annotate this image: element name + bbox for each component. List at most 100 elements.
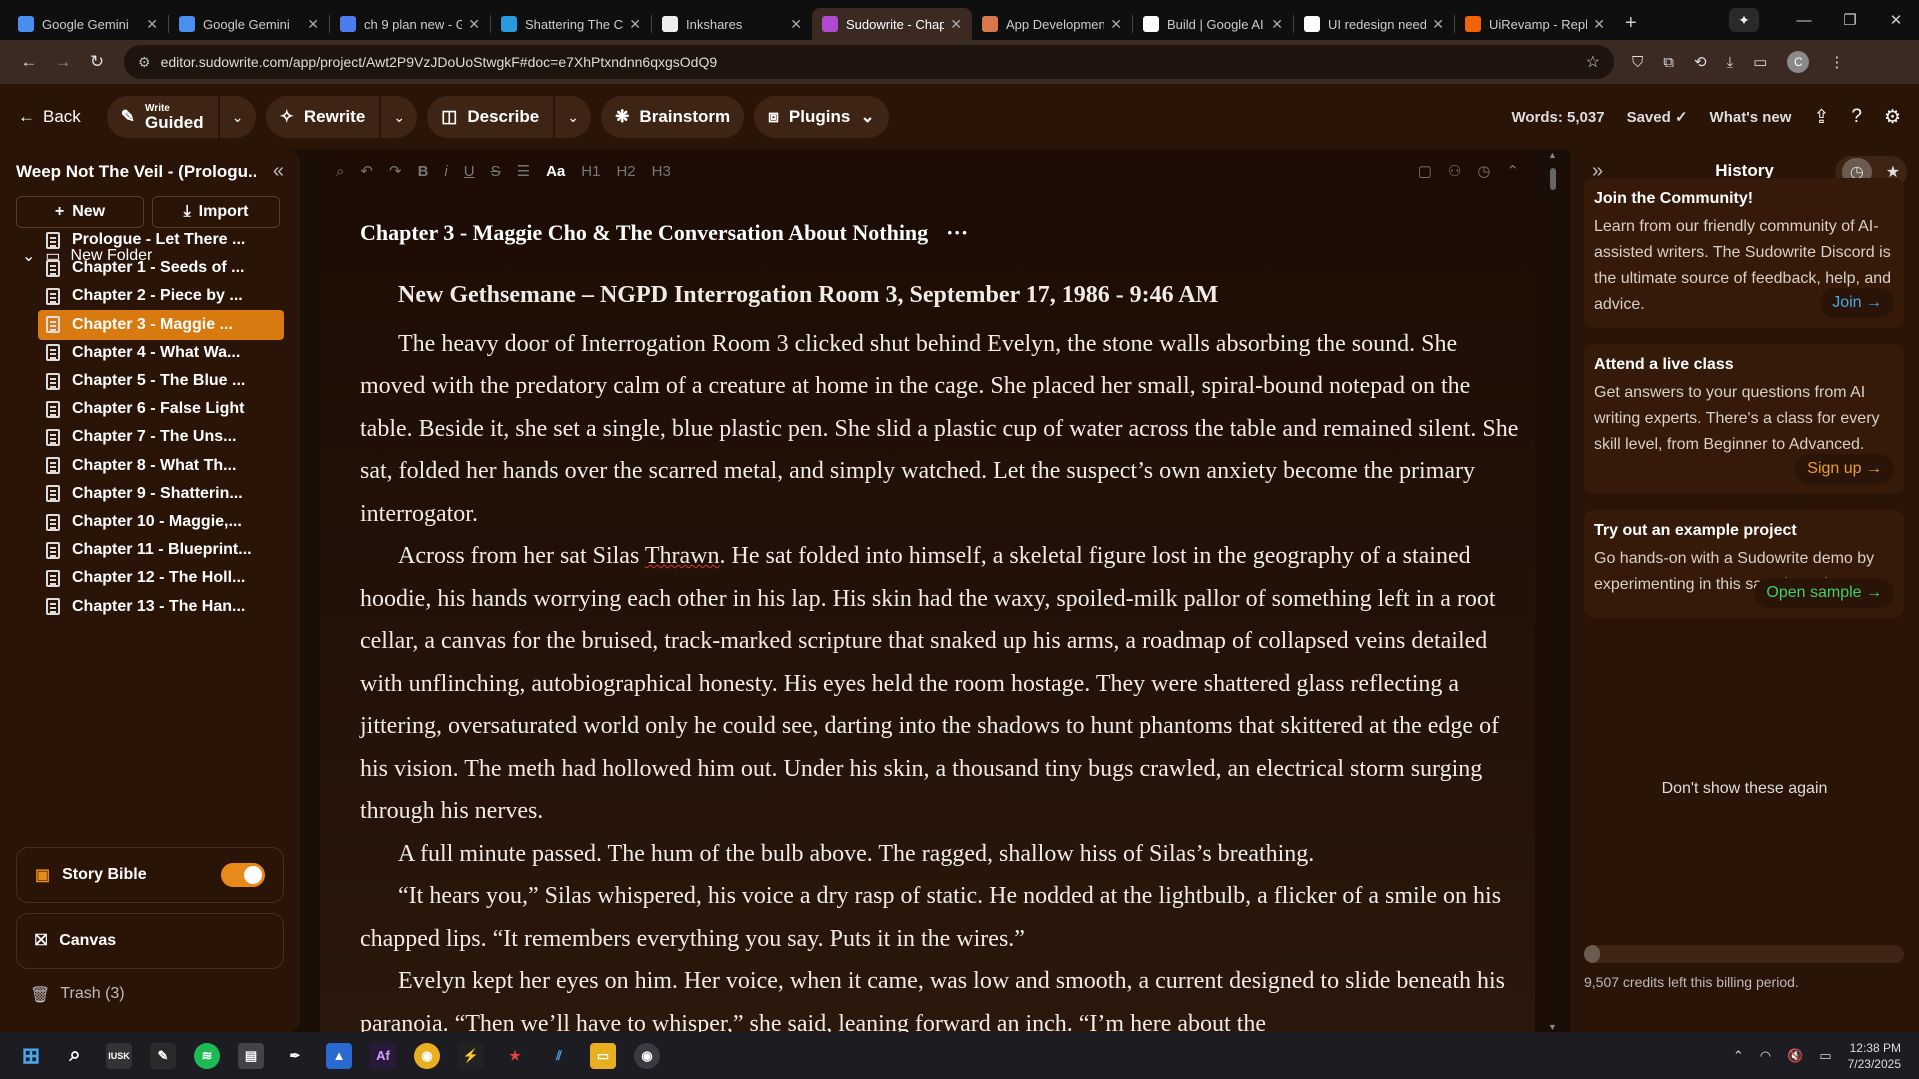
sidebar-chapter-item[interactable]: Chapter 7 - The Uns... [38, 422, 284, 452]
browser-tab[interactable]: Google Gemini ✕ [169, 8, 329, 40]
sidebar-chapter-item[interactable]: Chapter 2 - Piece by ... [38, 281, 284, 311]
scroll-thumb[interactable] [1550, 168, 1556, 190]
browser-tab[interactable]: Sudowrite - Chap ✕ [812, 8, 972, 40]
menu-kebab-icon[interactable]: ⋮ [1829, 53, 1844, 71]
browser-tab[interactable]: UI redesign need ✕ [1294, 8, 1454, 40]
italic-button[interactable]: i [444, 163, 447, 180]
extensions-icon[interactable]: ⧉ [1663, 54, 1674, 71]
download-icon[interactable]: ⤓ [1727, 54, 1734, 71]
editor-scrollbar[interactable]: ▲ ▼ [1548, 150, 1558, 1032]
card-cta-button[interactable]: Open sample → [1754, 578, 1894, 608]
underline-button[interactable]: U [464, 163, 475, 180]
card-cta-button[interactable]: Join → [1820, 288, 1894, 318]
card-cta-button[interactable]: Sign up → [1795, 454, 1894, 484]
sidebar-chapter-item[interactable]: Chapter 3 - Maggie ... [38, 309, 284, 340]
heading2-button[interactable]: H2 [616, 163, 635, 180]
close-tab-icon[interactable]: ✕ [629, 16, 641, 33]
split-view-icon[interactable]: ▭ [1753, 53, 1767, 71]
project-title[interactable]: Weep Not The Veil - (Prologu... [16, 162, 256, 182]
close-tab-icon[interactable]: ✕ [468, 16, 480, 33]
close-tab-icon[interactable]: ✕ [146, 16, 158, 33]
windows-start-icon[interactable]: ⊞ [18, 1043, 44, 1069]
scroll-down-icon[interactable]: ▼ [1548, 1022, 1557, 1032]
sidebar-chapter-item[interactable]: Chapter 4 - What Wa... [38, 338, 284, 368]
spotify-icon[interactable]: ≋ [194, 1042, 220, 1069]
sidebar-chapter-item[interactable]: Chapter 8 - What Th... [38, 451, 284, 481]
reload-icon[interactable]: ↻ [80, 52, 114, 72]
close-tab-icon[interactable]: ✕ [307, 16, 319, 33]
close-tab-icon[interactable]: ✕ [1271, 16, 1283, 33]
wifi-icon[interactable]: ◠ [1760, 1048, 1771, 1064]
sidebar-chapter-item[interactable]: Chapter 6 - False Light [38, 394, 284, 424]
shield-icon[interactable]: ⛉ [1632, 54, 1643, 71]
chevron-up-icon[interactable]: ⌃ [1733, 1048, 1744, 1064]
gear-icon[interactable]: ⚙ [1884, 106, 1901, 129]
rewrite-button[interactable]: ✧ Rewrite [266, 96, 380, 138]
app-icon[interactable]: ✎ [150, 1042, 176, 1069]
sidebar-chapter-item[interactable]: Chapter 12 - The Holl... [38, 563, 284, 593]
sidebar-chapter-item[interactable]: Chapter 13 - The Han... [38, 592, 284, 622]
undo-icon[interactable]: ↶ [360, 162, 373, 180]
file-explorer-icon[interactable]: ▭ [590, 1042, 616, 1069]
clock[interactable]: 12:38 PM 7/23/2025 [1848, 1040, 1901, 1072]
browser-tab[interactable]: Build | Google AI ✕ [1133, 8, 1293, 40]
chrome-icon[interactable]: ◉ [634, 1042, 660, 1069]
plugins-button[interactable]: ⧈ Plugins ⌄ [754, 96, 888, 138]
more-options-icon[interactable]: ··· [946, 220, 968, 245]
redo-icon[interactable]: ↷ [389, 162, 402, 180]
browser-tab[interactable]: UiRevamp - Repl ✕ [1455, 8, 1615, 40]
url-input[interactable]: ⚙ editor.sudowrite.com/app/project/Awt2P… [124, 45, 1614, 79]
app-icon[interactable]: ⫽ [546, 1043, 572, 1069]
import-button[interactable]: ⤓ Import [152, 196, 280, 228]
back-button[interactable]: ← Back [18, 107, 81, 127]
scroll-up-icon[interactable]: ▲ [1548, 150, 1557, 160]
heading1-button[interactable]: H1 [581, 163, 600, 180]
app-icon[interactable]: ⚡ [458, 1042, 484, 1069]
forward-arrow-icon[interactable]: → [46, 52, 80, 72]
write-dropdown-chevron-icon[interactable]: ⌄ [217, 96, 256, 138]
help-icon[interactable]: ? [1851, 106, 1862, 128]
rewrite-dropdown-chevron-icon[interactable]: ⌄ [379, 96, 417, 138]
history-clock-icon[interactable]: ◷ [1477, 162, 1490, 180]
app-icon[interactable]: ✒ [282, 1043, 308, 1069]
describe-button[interactable]: ◫ Describe [427, 96, 553, 138]
canvas-card[interactable]: ⛝ Canvas [16, 913, 284, 969]
close-tab-icon[interactable]: ✕ [950, 16, 962, 33]
sidebar-chapter-item[interactable]: Chapter 1 - Seeds of ... [38, 253, 284, 283]
list-icon[interactable]: ☰ [517, 162, 530, 180]
trash-link[interactable]: 🗑 Trash (3) [30, 985, 125, 1005]
collapse-up-icon[interactable]: ⌃ [1506, 162, 1519, 180]
app-icon[interactable]: IUSK [106, 1042, 132, 1069]
browser-tab[interactable]: Inkshares ✕ [652, 8, 812, 40]
sidebar-chapter-item[interactable]: Chapter 5 - The Blue ... [38, 366, 284, 396]
describe-dropdown-chevron-icon[interactable]: ⌄ [553, 96, 591, 138]
sidebar-chapter-item[interactable]: Prologue - Let There ... [38, 225, 284, 255]
sidebar-chapter-item[interactable]: Chapter 11 - Blueprint... [38, 535, 284, 565]
sidebar-chapter-item[interactable]: Chapter 10 - Maggie,... [38, 507, 284, 537]
heading3-button[interactable]: H3 [652, 163, 671, 180]
new-tab-icon[interactable]: + [1625, 12, 1637, 35]
site-info-icon[interactable]: ⚙ [138, 54, 151, 71]
story-bible-toggle[interactable] [221, 863, 265, 887]
minimize-icon[interactable]: — [1781, 12, 1827, 29]
whats-new-link[interactable]: What's new [1710, 109, 1792, 126]
app-icon[interactable]: Af [370, 1042, 396, 1069]
browser-tab[interactable]: ch 9 plan new - G ✕ [330, 8, 490, 40]
comment-icon[interactable]: ▢ [1418, 162, 1432, 180]
dont-show-again-link[interactable]: Don't show these again [1570, 780, 1919, 798]
close-window-icon[interactable]: ✕ [1873, 11, 1919, 29]
close-tab-icon[interactable]: ✕ [790, 16, 802, 33]
maximize-icon[interactable]: ❐ [1827, 11, 1873, 29]
bold-button[interactable]: B [418, 163, 429, 180]
strikethrough-button[interactable]: S [491, 163, 501, 180]
brainstorm-button[interactable]: ❋ Brainstorm [601, 96, 744, 138]
battery-icon[interactable]: ▭ [1819, 1048, 1831, 1064]
close-tab-icon[interactable]: ✕ [1110, 16, 1122, 33]
gemini-icon[interactable]: ✦ [1729, 8, 1759, 32]
avatar[interactable]: C [1787, 51, 1810, 73]
robot-icon[interactable]: ⚇ [1448, 162, 1461, 180]
app-icon[interactable]: ▤ [238, 1042, 264, 1069]
bookmark-star-icon[interactable]: ☆ [1586, 52, 1600, 72]
photos-icon[interactable]: ▲ [326, 1042, 352, 1069]
chrome-icon[interactable]: ◉ [414, 1042, 440, 1069]
